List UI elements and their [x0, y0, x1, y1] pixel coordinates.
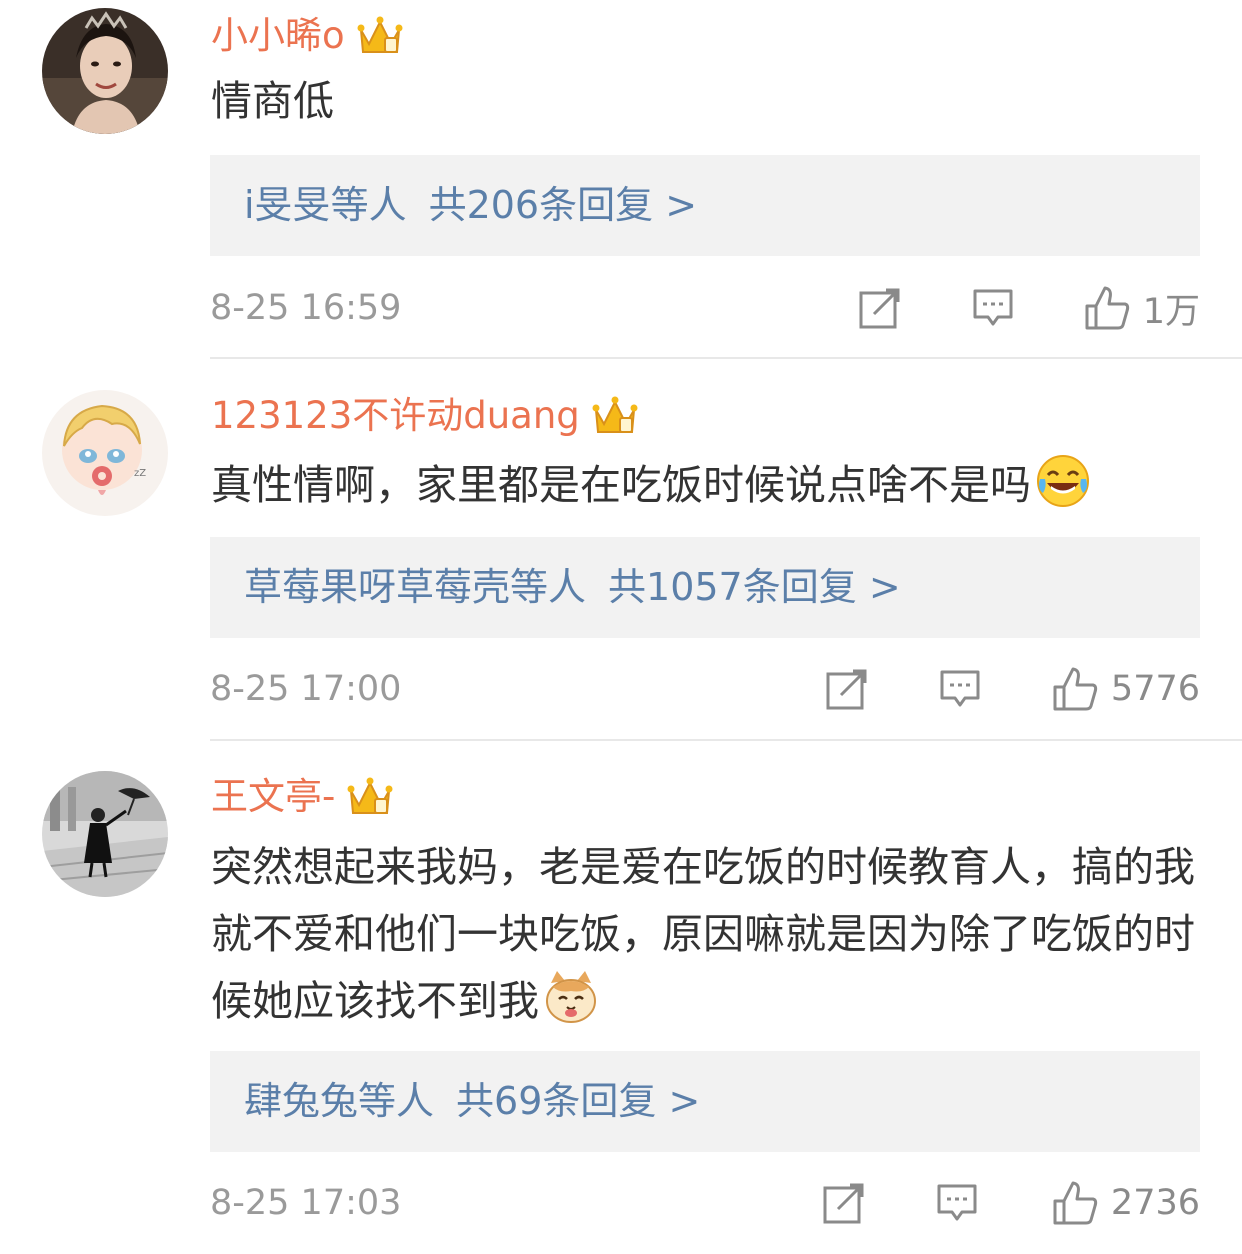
reply-suffix: 等人 [358, 1079, 435, 1123]
username[interactable]: 王文亭- [211, 769, 393, 825]
comment-text: 突然想起来我妈，老是爱在吃饭的时候教育人，搞的我就不爱和他们一块吃饭，原因嘛就是… [211, 834, 1211, 1035]
reply-count-link[interactable]: 共1057条回复 > [608, 565, 901, 609]
svg-text:zZ: zZ [134, 468, 146, 479]
comment-icon[interactable] [936, 1181, 978, 1225]
reply-summary[interactable]: i旻旻等人 共206条回复 > [210, 155, 1200, 256]
reply-summary[interactable]: 肆兔兔等人 共69条回复 > [210, 1051, 1200, 1152]
like-count: 2736 [1110, 1183, 1200, 1223]
comment-body: 突然想起来我妈，老是爱在吃饭的时候教育人，搞的我就不爱和他们一块吃饭，原因嘛就是… [211, 843, 1195, 1025]
comment-footer: 8-25 17:03 2736 [210, 1175, 1200, 1231]
comment-icon[interactable] [972, 286, 1014, 330]
username[interactable]: 小小晞o [211, 8, 403, 64]
avatar[interactable] [42, 8, 168, 134]
username-text[interactable]: 王文亭- [211, 769, 335, 825]
timestamp: 8-25 17:03 [210, 1183, 402, 1223]
laugh-cry-emoji [1035, 453, 1091, 509]
comment-body: 情商低 [211, 77, 334, 125]
like-button[interactable]: 2736 [1051, 1177, 1200, 1229]
avatar[interactable] [42, 771, 168, 897]
like-count: 5776 [1110, 669, 1200, 709]
comment-icon[interactable] [939, 667, 981, 711]
reply-count-link[interactable]: 共206条回复 > [429, 183, 697, 227]
comment-text: 真性情啊，家里都是在吃饭时候说点啥不是吗 [211, 452, 1211, 519]
cat-emoji [543, 969, 599, 1025]
thumbs-up-icon[interactable] [1083, 284, 1131, 332]
crown-icon [357, 14, 403, 58]
crown-icon [592, 394, 638, 438]
comment-footer: 8-25 17:00 5776 [210, 661, 1200, 717]
reply-users[interactable]: 草莓果呀草莓壳 [244, 565, 510, 609]
like-button[interactable]: 5776 [1051, 663, 1200, 715]
thumbs-up-icon[interactable] [1051, 1179, 1099, 1227]
like-count: 1万 [1142, 291, 1200, 332]
divider [210, 739, 1242, 741]
comment-text: 情商低 [211, 68, 1211, 135]
timestamp: 8-25 16:59 [210, 288, 402, 328]
reply-summary[interactable]: 草莓果呀草莓壳等人 共1057条回复 > [210, 537, 1200, 638]
comment-body: 真性情啊，家里都是在吃饭时候说点啥不是吗 [211, 461, 1031, 509]
comment-footer: 8-25 16:59 1万 [210, 280, 1200, 336]
repost-icon[interactable] [858, 286, 902, 330]
reply-users[interactable]: i旻旻 [244, 183, 331, 227]
thumbs-up-icon[interactable] [1051, 665, 1099, 713]
username-text[interactable]: 小小晞o [211, 8, 345, 64]
like-button[interactable]: 1万 [1083, 282, 1200, 334]
reply-suffix: 等人 [330, 183, 407, 227]
crown-icon [347, 775, 393, 819]
divider [210, 357, 1242, 359]
reply-suffix: 等人 [510, 565, 587, 609]
username[interactable]: 123123不许动duang [211, 388, 638, 444]
repost-icon[interactable] [825, 667, 869, 711]
avatar[interactable]: zZ [42, 390, 168, 516]
timestamp: 8-25 17:00 [210, 669, 402, 709]
username-text[interactable]: 123123不许动duang [211, 388, 580, 444]
reply-count-link[interactable]: 共69条回复 > [456, 1079, 700, 1123]
reply-users[interactable]: 肆兔兔 [244, 1079, 358, 1123]
repost-icon[interactable] [822, 1181, 866, 1225]
